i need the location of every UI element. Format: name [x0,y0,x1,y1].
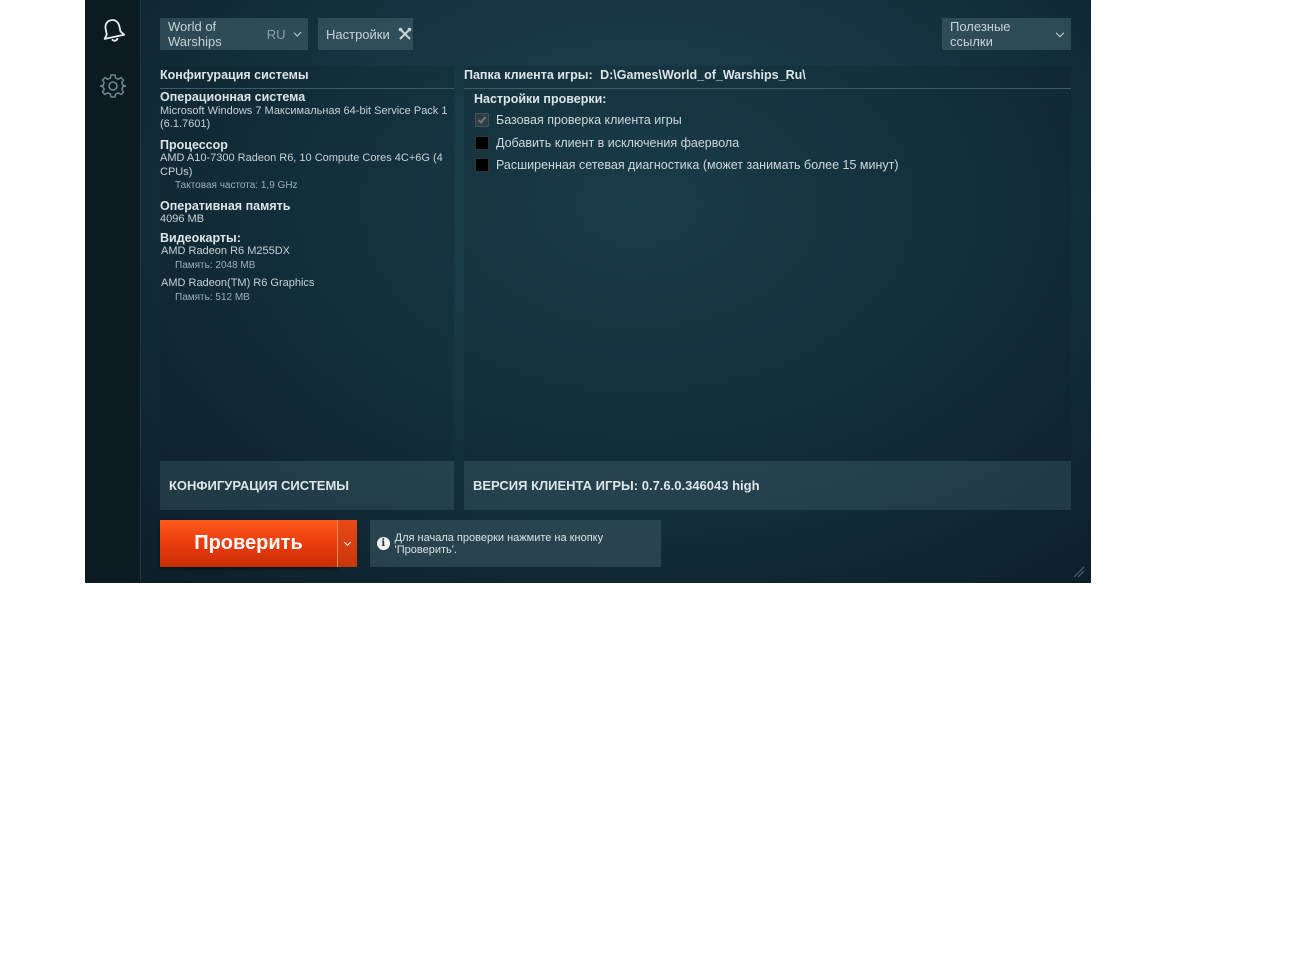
system-config-title: Конфигурация системы [160,68,309,82]
hint-text: Для начала проверки нажмите на кнопку 'П… [394,531,604,556]
option-label: Базовая проверка клиента игры [496,113,682,127]
sidebar [85,0,141,583]
system-info: Операционная система Microsoft Windows 7… [160,90,452,304]
os-value: Microsoft Windows 7 Максимальная 64-bit … [160,104,448,131]
notifications-bell-icon[interactable] [93,13,133,49]
option-label: Расширенная сетевая диагностика (может з… [496,158,899,172]
tab-settings-label: Настройки [326,26,390,42]
checkmark-icon [477,116,487,124]
option-firewall-exception[interactable]: Добавить клиент в исключения фаервола [475,136,739,150]
chevron-down-icon [293,28,302,37]
settings-gear-icon[interactable] [93,68,133,104]
gpu-name: AMD Radeon(TM) R6 Graphics [161,277,315,289]
cpu-label: Процессор [160,137,228,152]
hint-message: i Для начала проверки нажмите на кнопку … [370,520,661,567]
checkbox-unchecked[interactable] [475,158,489,172]
useful-links-label: Полезные ссылки [950,19,1011,49]
cpu-clock: Тактовая частота: 1,9 GHz [175,180,298,191]
game-select-dropdown[interactable]: World of Warships RU [160,18,308,50]
client-version-footer: ВЕРСИЯ КЛИЕНТА ИГРЫ: 0.7.6.0.346043 high [464,461,1071,510]
os-label: Операционная система [160,90,306,104]
option-label: Добавить клиент в исключения фаервола [496,136,740,150]
divider [464,88,1071,89]
system-config-footer: КОНФИГУРАЦИЯ СИСТЕМЫ [160,461,454,510]
divider [160,88,454,89]
game-name: World of Warships [168,19,222,49]
tab-settings[interactable]: Настройки [318,18,413,50]
info-icon: i [377,537,390,550]
option-basic-check[interactable]: Базовая проверка клиента игры [475,113,682,127]
check-button[interactable]: Проверить [160,520,337,567]
checkbox-unchecked[interactable] [475,136,489,150]
check-options-title: Настройки проверки: [474,92,607,106]
gpu-memory: Память: 2048 MB [175,259,256,271]
gpu-memory: Память: 512 MB [175,291,250,303]
gpu-name: AMD Radeon R6 M255DX [161,245,291,257]
resize-grip-icon[interactable] [1073,565,1085,583]
chevron-down-icon [1056,28,1065,37]
checkbox-checked[interactable] [475,113,489,127]
game-center-window: World of Warships RU Настройки Полезные … [85,0,1091,583]
useful-links-dropdown[interactable]: Полезные ссылки [942,18,1071,50]
tools-icon [398,27,412,41]
option-network-diagnostics[interactable]: Расширенная сетевая диагностика (может з… [475,158,899,172]
game-region: RU [266,26,286,42]
cpu-value: AMD A10-7300 Radeon R6, 10 Compute Cores… [160,152,443,178]
ram-value: 4096 MB [160,213,205,225]
client-folder: Папка клиента игры: D:\Games\World_of_Wa… [464,68,806,82]
client-folder-path: D:\Games\World_of_Warships_Ru\ [600,68,806,82]
chevron-down-icon [343,538,352,546]
client-folder-label: Папка клиента игры: [464,68,593,82]
gpu-label: Видеокарты: [160,230,241,245]
check-options-dropdown[interactable] [337,520,357,567]
ram-label: Оперативная память [160,198,291,213]
